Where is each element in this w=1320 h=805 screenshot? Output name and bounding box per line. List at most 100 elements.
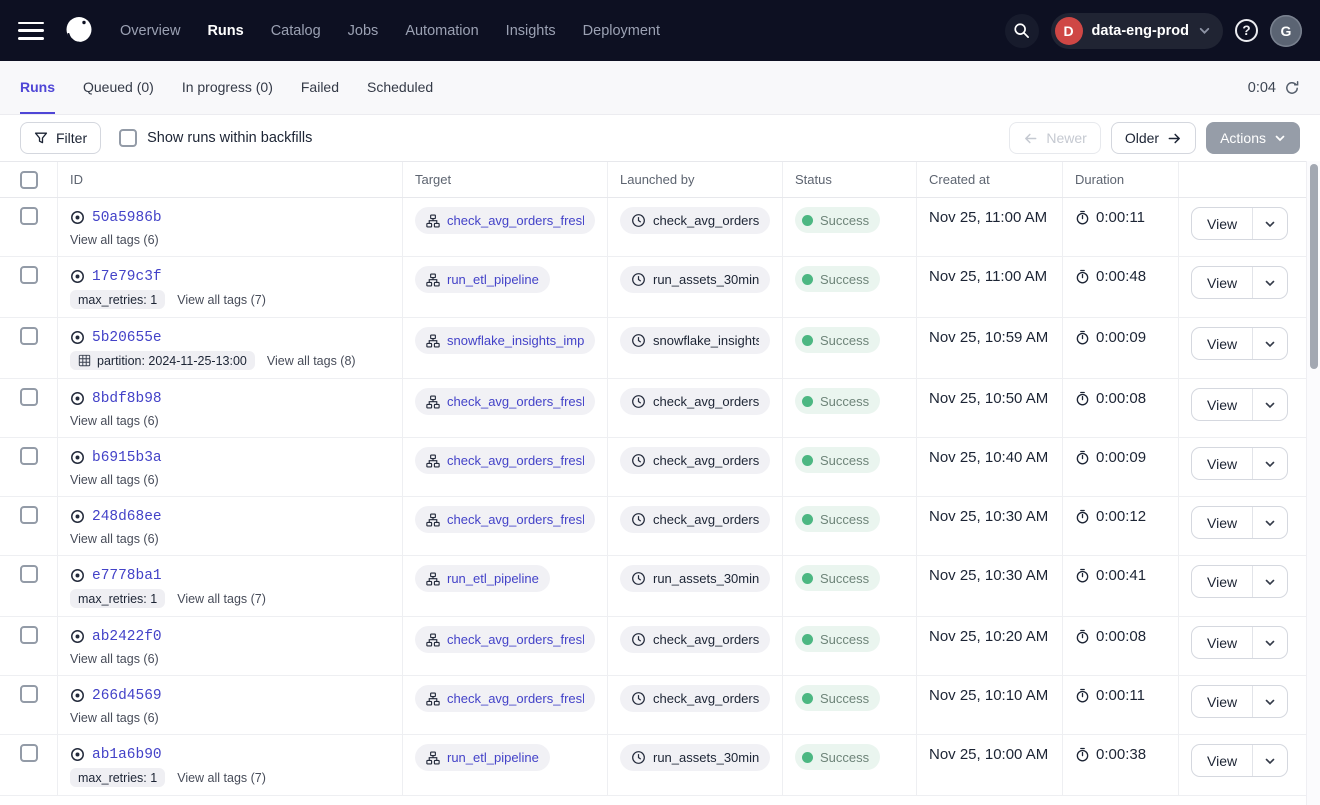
- row-checkbox[interactable]: [20, 506, 38, 524]
- row-checkbox[interactable]: [20, 266, 38, 284]
- target-pill[interactable]: run_etl_pipeline: [415, 266, 550, 293]
- view-all-tags-link[interactable]: View all tags (7): [177, 293, 266, 307]
- row-checkbox[interactable]: [20, 744, 38, 762]
- nav-item-runs[interactable]: Runs: [207, 23, 243, 39]
- actions-button[interactable]: Actions: [1206, 122, 1300, 154]
- target-pill[interactable]: run_etl_pipeline: [415, 744, 550, 771]
- view-button[interactable]: View: [1192, 328, 1252, 359]
- launched-by-pill[interactable]: check_avg_orders_f…: [620, 506, 770, 533]
- view-dropdown-chevron-icon[interactable]: [1252, 627, 1287, 658]
- row-checkbox[interactable]: [20, 388, 38, 406]
- help-icon[interactable]: ?: [1235, 19, 1258, 42]
- view-all-tags-link[interactable]: View all tags (7): [177, 592, 266, 606]
- view-dropdown-chevron-icon[interactable]: [1252, 686, 1287, 717]
- view-dropdown-chevron-icon[interactable]: [1252, 267, 1287, 298]
- hamburger-menu-icon[interactable]: [18, 22, 44, 40]
- scrollbar-track[interactable]: [1306, 161, 1320, 805]
- run-id-link[interactable]: ab2422f0: [92, 629, 162, 645]
- launched-by-pill[interactable]: check_avg_orders_f…: [620, 388, 770, 415]
- view-button[interactable]: View: [1192, 507, 1252, 538]
- run-id-link[interactable]: 266d4569: [92, 688, 162, 704]
- target-pill[interactable]: check_avg_orders_freshne: [415, 207, 595, 234]
- target-pill[interactable]: check_avg_orders_freshne: [415, 388, 595, 415]
- nav-item-automation[interactable]: Automation: [405, 23, 478, 39]
- launched-by-pill[interactable]: check_avg_orders_f…: [620, 447, 770, 474]
- newer-button[interactable]: Newer: [1009, 122, 1100, 154]
- tab-queued-0[interactable]: Queued (0): [83, 61, 154, 114]
- older-button[interactable]: Older: [1111, 122, 1196, 154]
- tab-scheduled[interactable]: Scheduled: [367, 61, 433, 114]
- run-id-link[interactable]: 17e79c3f: [92, 269, 162, 285]
- run-id-link[interactable]: 248d68ee: [92, 509, 162, 525]
- view-button[interactable]: View: [1192, 389, 1252, 420]
- run-tag[interactable]: max_retries: 1: [70, 768, 165, 787]
- select-all-checkbox[interactable]: [20, 171, 38, 189]
- view-dropdown-chevron-icon[interactable]: [1252, 745, 1287, 776]
- run-id-link[interactable]: 5b20655e: [92, 330, 162, 346]
- tab-runs[interactable]: Runs: [20, 61, 55, 114]
- nav-item-jobs[interactable]: Jobs: [348, 23, 379, 39]
- target-pill[interactable]: check_avg_orders_freshne: [415, 685, 595, 712]
- target-pill[interactable]: check_avg_orders_freshne: [415, 626, 595, 653]
- target-pill[interactable]: run_etl_pipeline: [415, 565, 550, 592]
- view-dropdown-chevron-icon[interactable]: [1252, 328, 1287, 359]
- user-avatar[interactable]: G: [1270, 15, 1302, 47]
- view-dropdown-chevron-icon[interactable]: [1252, 389, 1287, 420]
- launched-by-pill[interactable]: snowflake_insights_…: [620, 327, 770, 354]
- nav-item-deployment[interactable]: Deployment: [583, 23, 660, 39]
- view-all-tags-link[interactable]: View all tags (6): [70, 532, 159, 546]
- target-pill[interactable]: snowflake_insights_import: [415, 327, 595, 354]
- run-id-link[interactable]: b6915b3a: [92, 450, 162, 466]
- launched-by-pill[interactable]: run_assets_30min: [620, 744, 770, 771]
- view-button[interactable]: View: [1192, 686, 1252, 717]
- row-checkbox[interactable]: [20, 327, 38, 345]
- run-id-link[interactable]: 50a5986b: [92, 210, 162, 226]
- filter-button[interactable]: Filter: [20, 122, 101, 154]
- row-checkbox[interactable]: [20, 626, 38, 644]
- nav-item-overview[interactable]: Overview: [120, 23, 180, 39]
- row-checkbox[interactable]: [20, 565, 38, 583]
- row-checkbox[interactable]: [20, 207, 38, 225]
- run-tag[interactable]: max_retries: 1: [70, 290, 165, 309]
- view-button[interactable]: View: [1192, 448, 1252, 479]
- view-button[interactable]: View: [1192, 745, 1252, 776]
- view-all-tags-link[interactable]: View all tags (6): [70, 233, 159, 247]
- row-checkbox[interactable]: [20, 685, 38, 703]
- view-dropdown-chevron-icon[interactable]: [1252, 208, 1287, 239]
- view-all-tags-link[interactable]: View all tags (6): [70, 652, 159, 666]
- launched-by-pill[interactable]: run_assets_30min: [620, 565, 770, 592]
- target-pill[interactable]: check_avg_orders_freshne: [415, 447, 595, 474]
- view-dropdown-chevron-icon[interactable]: [1252, 566, 1287, 597]
- tab-in-progress-0[interactable]: In progress (0): [182, 61, 273, 114]
- tab-failed[interactable]: Failed: [301, 61, 339, 114]
- run-tag[interactable]: max_retries: 1: [70, 589, 165, 608]
- view-all-tags-link[interactable]: View all tags (7): [177, 771, 266, 785]
- view-button[interactable]: View: [1192, 267, 1252, 298]
- view-all-tags-link[interactable]: View all tags (8): [267, 354, 356, 368]
- view-all-tags-link[interactable]: View all tags (6): [70, 711, 159, 725]
- view-dropdown-chevron-icon[interactable]: [1252, 507, 1287, 538]
- refresh-icon[interactable]: [1284, 80, 1300, 96]
- launched-by-pill[interactable]: run_assets_30min: [620, 266, 770, 293]
- view-dropdown-chevron-icon[interactable]: [1252, 448, 1287, 479]
- search-icon[interactable]: [1005, 14, 1039, 48]
- run-tag[interactable]: partition: 2024-11-25-13:00: [70, 351, 255, 370]
- nav-item-insights[interactable]: Insights: [506, 23, 556, 39]
- run-id-link[interactable]: e7778ba1: [92, 568, 162, 584]
- deployment-switcher[interactable]: D data-eng-prod: [1051, 13, 1223, 49]
- target-pill[interactable]: check_avg_orders_freshne: [415, 506, 595, 533]
- view-all-tags-link[interactable]: View all tags (6): [70, 473, 159, 487]
- run-id-link[interactable]: ab1a6b90: [92, 747, 162, 763]
- view-button[interactable]: View: [1192, 566, 1252, 597]
- run-id-link[interactable]: 8bdf8b98: [92, 391, 162, 407]
- nav-item-catalog[interactable]: Catalog: [271, 23, 321, 39]
- row-checkbox[interactable]: [20, 447, 38, 465]
- launched-by-pill[interactable]: check_avg_orders_f…: [620, 685, 770, 712]
- launched-by-pill[interactable]: check_avg_orders_f…: [620, 626, 770, 653]
- view-button[interactable]: View: [1192, 208, 1252, 239]
- view-all-tags-link[interactable]: View all tags (6): [70, 414, 159, 428]
- dagster-logo-icon[interactable]: [60, 12, 98, 50]
- view-button[interactable]: View: [1192, 627, 1252, 658]
- launched-by-pill[interactable]: check_avg_orders_f…: [620, 207, 770, 234]
- scrollbar-thumb[interactable]: [1310, 164, 1318, 369]
